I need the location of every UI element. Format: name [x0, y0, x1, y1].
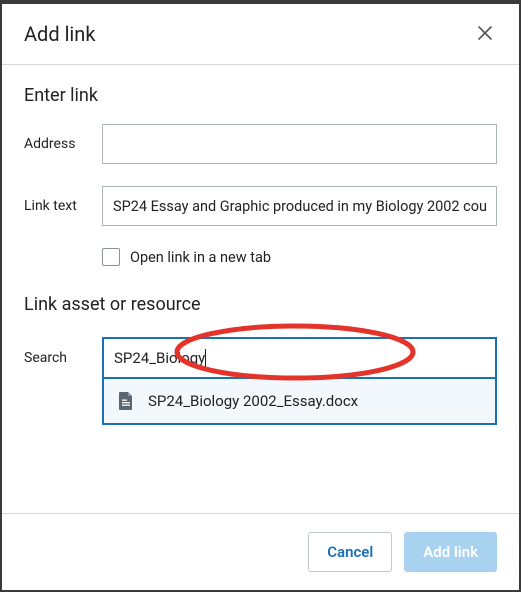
search-input-wrap: SP24_Biology: [102, 337, 497, 379]
open-new-tab-checkbox[interactable]: [102, 248, 120, 266]
close-icon: [477, 25, 493, 44]
close-button[interactable]: [473, 22, 497, 46]
address-label: Address: [24, 136, 102, 152]
dialog-backdrop: Add link Enter link Address Link text: [0, 0, 521, 592]
search-suggestion-item[interactable]: SP24_Biology 2002_Essay.docx: [104, 379, 495, 423]
dialog-footer: Cancel Add link: [2, 513, 519, 590]
link-text-row: Link text: [24, 186, 497, 226]
dialog-title: Add link: [24, 22, 95, 46]
address-row: Address: [24, 124, 497, 164]
add-link-button[interactable]: Add link: [404, 532, 497, 572]
dialog-header: Add link: [2, 4, 519, 65]
address-input[interactable]: [102, 124, 497, 164]
link-text-label: Link text: [24, 198, 102, 214]
open-new-tab-row: Open link in a new tab: [102, 248, 497, 266]
open-new-tab-label[interactable]: Open link in a new tab: [130, 249, 271, 266]
dialog-body: Enter link Address Link text Open link i…: [2, 65, 519, 513]
link-text-input[interactable]: [102, 186, 497, 226]
search-suggestion-label: SP24_Biology 2002_Essay.docx: [148, 392, 358, 410]
search-label: Search: [24, 350, 102, 366]
link-asset-section: Link asset or resource Search SP24_Biolo…: [24, 294, 497, 379]
search-input[interactable]: [102, 337, 497, 379]
link-asset-heading: Link asset or resource: [24, 294, 497, 315]
file-doc-icon: [116, 391, 136, 411]
search-row: Search SP24_Biology: [24, 337, 497, 379]
add-link-dialog: Add link Enter link Address Link text: [2, 4, 519, 590]
enter-link-heading: Enter link: [24, 85, 497, 106]
search-suggestions: SP24_Biology 2002_Essay.docx: [102, 379, 497, 425]
cancel-button[interactable]: Cancel: [308, 532, 392, 572]
